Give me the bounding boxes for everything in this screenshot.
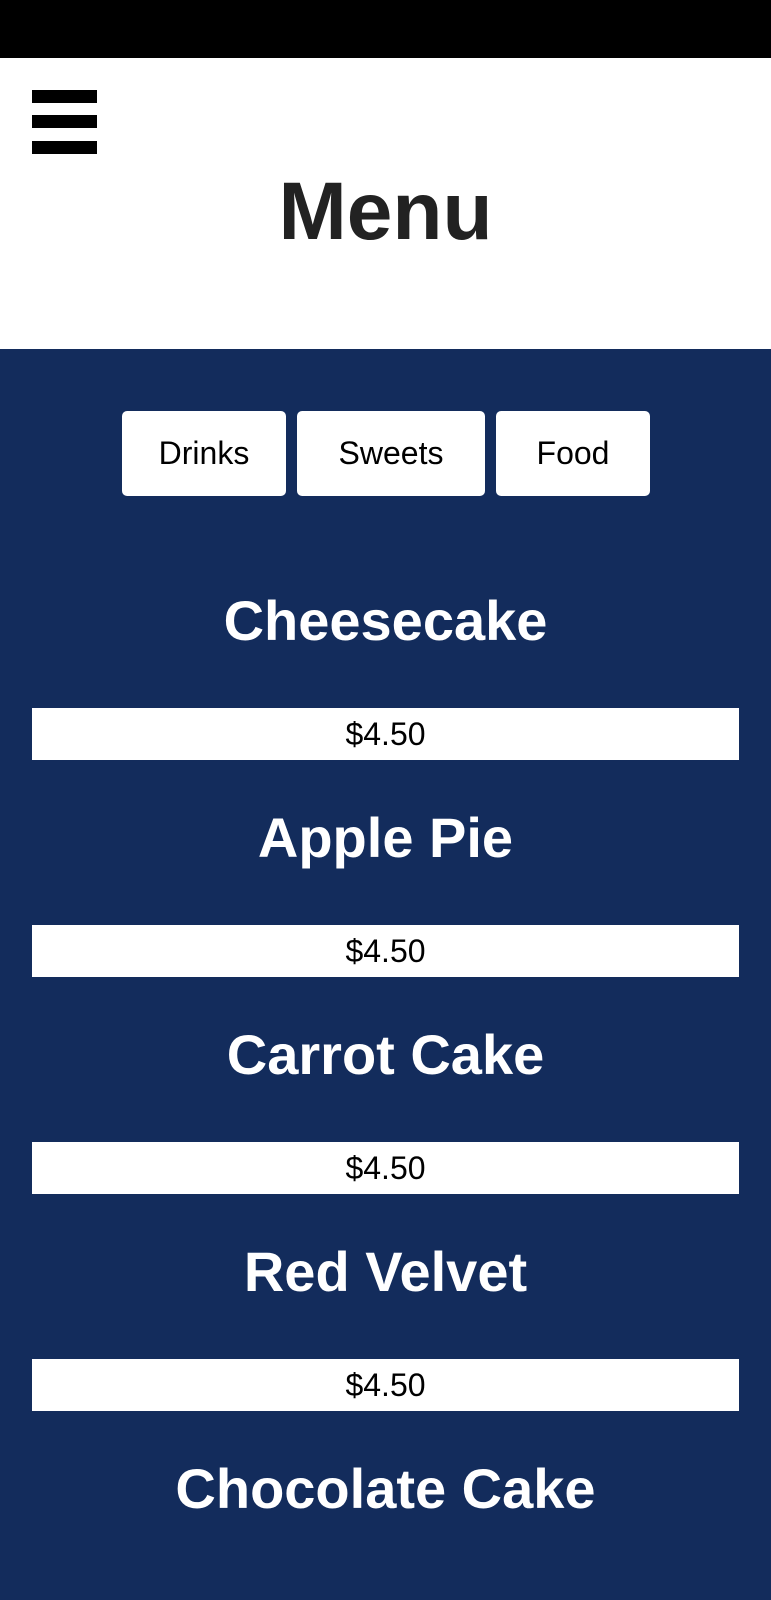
header: Menu <box>0 58 771 349</box>
item-price: $4.50 <box>32 708 739 760</box>
tab-sweets[interactable]: Sweets <box>297 411 485 496</box>
item-name: Apple Pie <box>257 806 514 869</box>
tab-drinks[interactable]: Drinks <box>122 411 286 496</box>
tab-food[interactable]: Food <box>496 411 650 496</box>
hamburger-bar <box>32 115 97 128</box>
item-name: Carrot Cake <box>226 1023 545 1086</box>
menu-content: Drinks Sweets Food Cheesecake $4.50 Appl… <box>0 349 771 1600</box>
item-name: Chocolate Cake <box>175 1457 596 1520</box>
category-tabs: Drinks Sweets Food <box>0 411 771 496</box>
item-price: $4.50 <box>32 1359 739 1411</box>
item-price: $4.50 <box>32 925 739 977</box>
item-name: Red Velvet <box>243 1240 528 1303</box>
hamburger-bar <box>32 90 97 103</box>
hamburger-icon[interactable] <box>32 90 97 154</box>
item-price: $4.50 <box>32 1142 739 1194</box>
hamburger-bar <box>32 141 97 154</box>
status-bar <box>0 0 771 58</box>
item-name: Cheesecake <box>223 589 548 652</box>
page-title: Menu <box>278 166 493 257</box>
